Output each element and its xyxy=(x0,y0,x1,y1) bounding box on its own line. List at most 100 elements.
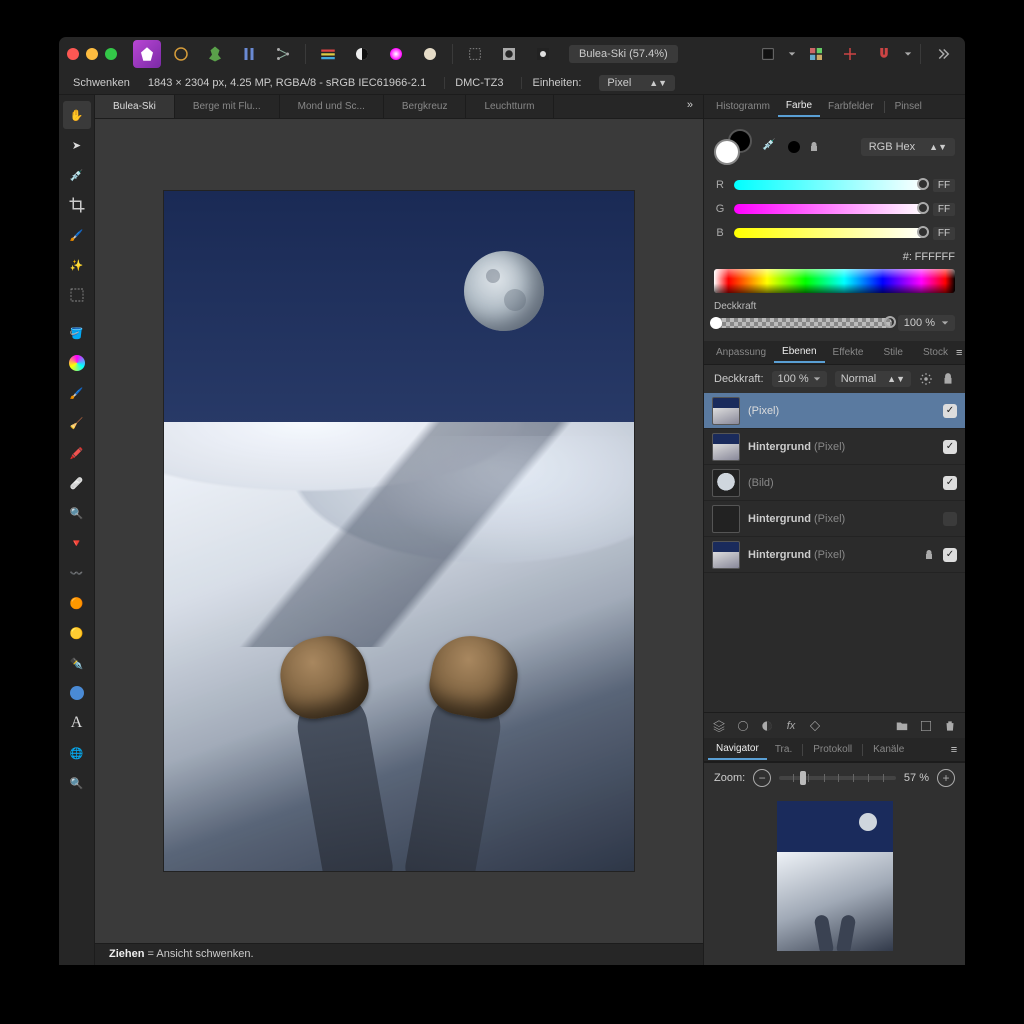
delete-layer-icon[interactable] xyxy=(943,719,957,733)
zoom-in-button[interactable]: + xyxy=(937,769,955,787)
persona-export-icon[interactable] xyxy=(269,40,297,68)
tab-brushes[interactable]: Pinsel xyxy=(887,97,930,116)
layer-row[interactable]: Hintergrund (Pixel)✓ xyxy=(704,429,965,465)
recent-color-icon[interactable] xyxy=(788,141,800,153)
persona-liquify-icon[interactable] xyxy=(201,40,229,68)
move-tool[interactable]: ➤ xyxy=(63,131,91,159)
document-tab[interactable]: Leuchtturm xyxy=(466,95,553,118)
zoom-out-button[interactable]: − xyxy=(753,769,771,787)
document-tab[interactable]: Berge mit Flu... xyxy=(175,95,280,118)
tab-swatches[interactable]: Farbfelder xyxy=(820,97,882,116)
tab-layers[interactable]: Ebenen xyxy=(774,342,824,363)
text-tool[interactable]: A xyxy=(63,709,91,737)
g-slider[interactable]: GFF xyxy=(714,199,955,219)
color-spectrum[interactable] xyxy=(714,269,955,293)
b-slider[interactable]: BFF xyxy=(714,223,955,243)
soft-proof-icon[interactable] xyxy=(416,40,444,68)
document-tab[interactable]: Bulea-Ski xyxy=(95,95,175,118)
chevron-down-icon[interactable] xyxy=(904,50,912,58)
tab-history[interactable]: Protokoll xyxy=(805,740,860,759)
layer-row[interactable]: (Bild)✓ xyxy=(704,465,965,501)
gear-icon[interactable] xyxy=(919,372,933,386)
selection-brush-tool[interactable]: 🖌️ xyxy=(63,221,91,249)
visibility-checkbox[interactable]: ✓ xyxy=(943,404,957,418)
fg-bg-swatch[interactable] xyxy=(714,129,754,165)
persona-develop-icon[interactable] xyxy=(235,40,263,68)
clone-tool[interactable]: 🖍️ xyxy=(63,439,91,467)
add-layer-icon[interactable] xyxy=(919,719,933,733)
lock-icon[interactable] xyxy=(941,372,955,386)
swatch-icon[interactable] xyxy=(754,40,782,68)
burn-tool[interactable]: 🔻 xyxy=(63,529,91,557)
document-tab[interactable]: Bergkreuz xyxy=(384,95,467,118)
layer-row[interactable]: Hintergrund (Pixel) xyxy=(704,501,965,537)
chevron-down-icon[interactable] xyxy=(788,50,796,58)
overflow-icon[interactable] xyxy=(929,40,957,68)
opacity-slider[interactable] xyxy=(714,318,892,328)
gradient-tool[interactable] xyxy=(63,349,91,377)
visibility-checkbox[interactable]: ✓ xyxy=(943,476,957,490)
zoom-tool[interactable]: 🔍 xyxy=(63,769,91,797)
layer-opacity-dropdown[interactable]: 100 % xyxy=(772,371,827,387)
crop-tool[interactable] xyxy=(63,191,91,219)
maximize-button[interactable] xyxy=(105,48,117,60)
minimize-button[interactable] xyxy=(86,48,98,60)
tab-adjustments[interactable]: Anpassung xyxy=(708,343,774,362)
tab-navigator[interactable]: Navigator xyxy=(708,739,767,760)
arrange-icon[interactable] xyxy=(314,40,342,68)
dodge-tool[interactable]: 🔍 xyxy=(63,499,91,527)
crop-layer-icon[interactable] xyxy=(808,719,822,733)
tab-stock[interactable]: Stock xyxy=(915,343,956,362)
canvas[interactable] xyxy=(164,191,634,871)
selection-marquee-icon[interactable] xyxy=(461,40,489,68)
group-icon[interactable] xyxy=(895,719,909,733)
pen-tool[interactable]: ✒️ xyxy=(63,649,91,677)
visibility-checkbox[interactable]: ✓ xyxy=(943,440,957,454)
document-tab[interactable]: Mond und Sc... xyxy=(280,95,384,118)
persona-photo-icon[interactable] xyxy=(167,40,195,68)
visibility-checkbox[interactable] xyxy=(943,512,957,526)
pan-tool[interactable]: ✋ xyxy=(63,101,91,129)
smudge-tool[interactable]: 〰️ xyxy=(63,559,91,587)
tab-channels[interactable]: Kanäle xyxy=(865,740,912,759)
tab-color[interactable]: Farbe xyxy=(778,96,820,117)
grid-icon[interactable] xyxy=(802,40,830,68)
erase-tool[interactable]: 🧹 xyxy=(63,409,91,437)
lock-icon[interactable] xyxy=(808,141,820,153)
mask-icon[interactable] xyxy=(495,40,523,68)
layer-row[interactable]: (Pixel)✓ xyxy=(704,393,965,429)
eyedropper-icon[interactable]: 💉 xyxy=(762,138,780,156)
adjustment-icon[interactable] xyxy=(760,719,774,733)
fx-icon[interactable]: fx xyxy=(784,719,798,733)
magnet-icon[interactable] xyxy=(870,40,898,68)
mask-layer-icon[interactable] xyxy=(736,719,750,733)
lock-icon[interactable] xyxy=(923,549,935,561)
flood-fill-tool[interactable]: 🪣 xyxy=(63,319,91,347)
tab-transform[interactable]: Tra. xyxy=(767,740,800,759)
tab-effects[interactable]: Effekte xyxy=(825,343,872,362)
panel-menu-icon[interactable]: ≡ xyxy=(947,743,961,757)
tab-styles[interactable]: Stile xyxy=(875,343,910,362)
layers-icon[interactable] xyxy=(712,719,726,733)
close-button[interactable] xyxy=(67,48,79,60)
heal-tool[interactable]: 🩹 xyxy=(63,469,91,497)
color-mode-dropdown[interactable]: RGB Hex▲▼ xyxy=(861,138,955,156)
blur-tool[interactable]: 🟠 xyxy=(63,589,91,617)
snapping-icon[interactable] xyxy=(836,40,864,68)
mesh-warp-tool[interactable]: 🌐 xyxy=(63,739,91,767)
quick-mask-icon[interactable] xyxy=(529,40,557,68)
color-wheel-icon[interactable] xyxy=(382,40,410,68)
marquee-tool[interactable] xyxy=(63,281,91,309)
contrast-icon[interactable] xyxy=(348,40,376,68)
panel-menu-icon[interactable]: ≡ xyxy=(956,346,962,360)
shape-tool[interactable] xyxy=(63,679,91,707)
color-picker-tool[interactable]: 💉 xyxy=(63,161,91,189)
r-slider[interactable]: RFF xyxy=(714,175,955,195)
zoom-slider[interactable] xyxy=(779,776,896,780)
blend-mode-dropdown[interactable]: Normal▲▼ xyxy=(835,371,911,387)
units-dropdown[interactable]: Pixel ▲▼ xyxy=(599,75,675,91)
canvas-viewport[interactable] xyxy=(95,119,703,943)
tab-histogram[interactable]: Histogramm xyxy=(708,97,778,116)
sharpen-tool[interactable]: 🟡 xyxy=(63,619,91,647)
opacity-value[interactable]: 100 % xyxy=(898,315,955,331)
